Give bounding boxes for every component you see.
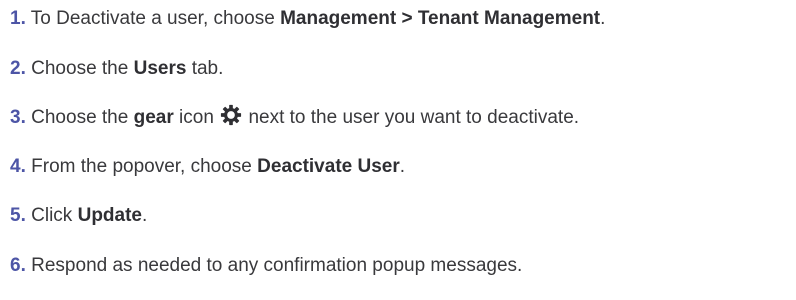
step-1: 1. To Deactivate a user, choose Manageme… — [10, 4, 605, 34]
step-number: 1. — [10, 8, 26, 29]
step-number: 3. — [10, 107, 26, 128]
step-text: To Deactivate a user, choose — [30, 8, 281, 29]
menu-path: Management > Tenant Management — [280, 8, 601, 29]
step-text: icon — [173, 107, 220, 128]
step-text: . — [142, 205, 148, 226]
step-text: next to the user you want to deactivate. — [243, 107, 580, 128]
step-text: . — [600, 8, 606, 29]
step-text: Respond as needed to any confirmation po… — [31, 255, 523, 276]
step-6: 6. Respond as needed to any confirmation… — [10, 251, 522, 281]
step-number: 2. — [10, 58, 26, 79]
deactivate-user-label: Deactivate User — [257, 156, 400, 177]
step-text: Click — [31, 205, 78, 226]
step-text: . — [399, 156, 406, 177]
step-5: 5. Click Update. — [10, 201, 147, 231]
step-text: Choose the — [31, 58, 134, 79]
step-4: 4. From the popover, choose Deactivate U… — [10, 152, 405, 182]
step-2: 2. Choose the Users tab. — [10, 54, 223, 84]
step-text: Choose the — [31, 107, 134, 128]
users-tab-label: Users — [133, 58, 187, 79]
gear-icon — [221, 104, 242, 126]
gear-label: gear — [133, 107, 174, 128]
step-number: 4. — [10, 156, 26, 177]
update-label: Update — [77, 205, 142, 226]
step-text: From the popover, choose — [31, 156, 258, 177]
step-number: 6. — [10, 255, 26, 276]
step-number: 5. — [10, 205, 26, 226]
step-3: 3. Choose the gear icon next to the user… — [10, 103, 579, 133]
step-text: tab. — [186, 58, 224, 79]
